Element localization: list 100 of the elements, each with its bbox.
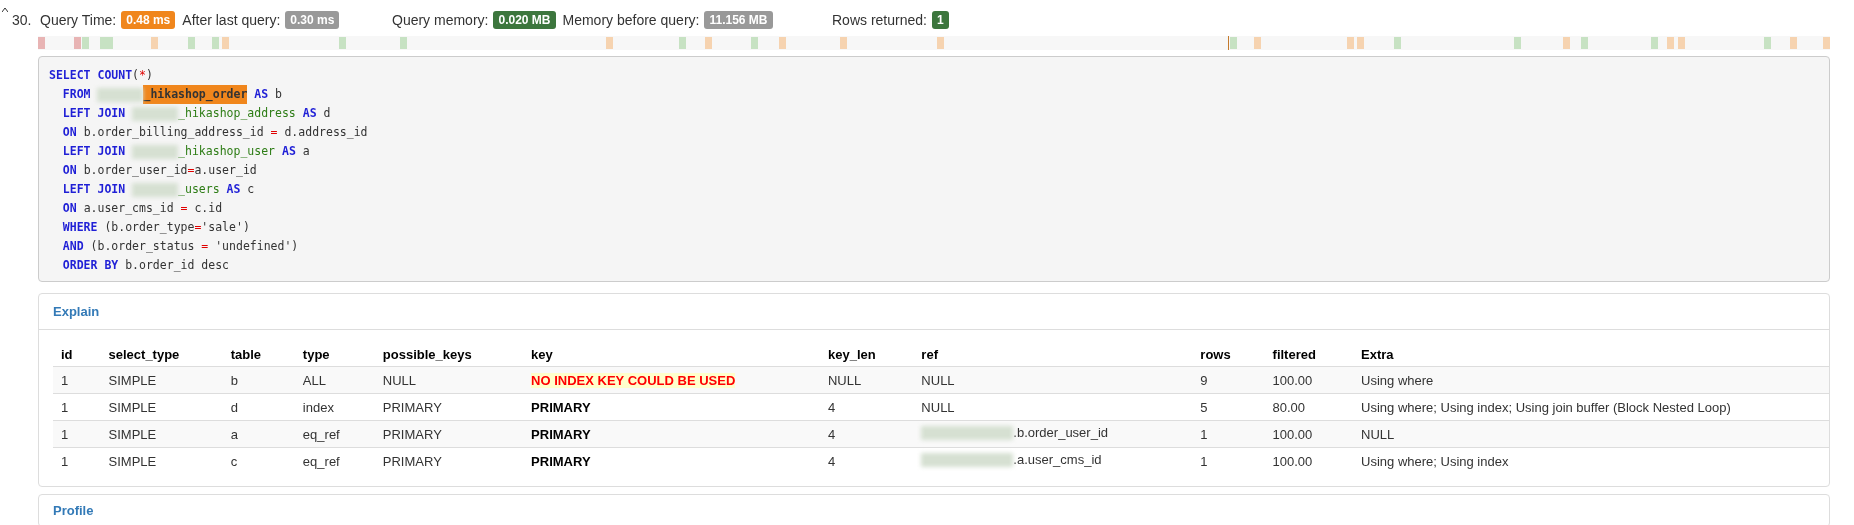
table-cell: 100.00	[1264, 366, 1354, 394]
sql-token: SELECT COUNT	[49, 67, 133, 84]
table-cell: 4	[820, 447, 914, 474]
sql-token: =	[270, 124, 278, 141]
table-cell: 1	[1192, 447, 1265, 474]
metric-label: After last query:	[182, 12, 281, 28]
table-cell: 5	[1192, 393, 1265, 421]
table-cell: eq_ref	[294, 420, 375, 448]
column-header: Extra	[1353, 342, 1829, 367]
sql-token: AS	[253, 86, 269, 103]
table-cell: 1	[53, 393, 101, 421]
sql-token: (	[132, 67, 140, 84]
table-cell: SIMPLE	[100, 393, 223, 421]
sql-token: 'sale')	[201, 219, 250, 236]
sql-token: _hikashop_address	[178, 105, 296, 122]
table-cell: SIMPLE	[100, 420, 223, 448]
highlighted-table-name: _hikashop_order	[143, 85, 248, 104]
sql-token: FROM	[61, 86, 92, 103]
sql-token: a	[301, 143, 310, 160]
ref-text: NULL	[921, 372, 955, 388]
sql-token: (b.order_status	[89, 238, 196, 255]
table-cell: ALL	[294, 366, 375, 394]
table-cell: NULL	[1353, 420, 1829, 448]
sql-token: a.user_cms_id	[82, 200, 175, 217]
table-cell: 1	[53, 447, 101, 474]
sql-token: a.user_id	[194, 162, 257, 179]
table-cell: NULL	[374, 366, 524, 394]
metric-label: Memory before query:	[562, 12, 700, 28]
table-cell: PRIMARY	[374, 447, 524, 474]
key-name: PRIMARY	[531, 453, 591, 469]
sql-token: =	[180, 200, 188, 217]
table-cell: SIMPLE	[100, 366, 223, 394]
metric-badge: 0.30 ms	[285, 11, 340, 29]
sql-token: =	[201, 238, 209, 255]
redacted-blur	[97, 87, 144, 102]
column-header: table	[222, 342, 295, 367]
table-cell: d	[222, 393, 295, 421]
ref-text: .b.order_user_id	[1013, 425, 1109, 441]
query-number: 30.	[12, 12, 33, 28]
sql-token: LEFT JOIN	[61, 143, 127, 160]
sql-token: =	[187, 162, 195, 179]
column-header: filtered	[1264, 342, 1354, 367]
metric-label: Query memory:	[392, 12, 489, 28]
metric-badge: 1	[931, 11, 949, 29]
table-cell: a	[222, 420, 295, 448]
column-header: key_len	[820, 342, 914, 367]
metric-label: Rows returned:	[832, 12, 927, 28]
column-header: possible_keys	[374, 342, 524, 367]
redacted-blur	[132, 106, 179, 121]
sql-token: b.order_billing_address_id	[82, 124, 265, 141]
card-title: Profile	[38, 494, 1830, 525]
table-cell: 4	[820, 420, 914, 448]
key-name: PRIMARY	[531, 426, 591, 442]
column-header: select_type	[100, 342, 223, 367]
ref-text: NULL	[921, 399, 955, 415]
column-header: ref	[913, 342, 1193, 367]
sql-token: b.order_id desc	[124, 257, 230, 274]
sql-token: c	[246, 181, 255, 198]
table-cell: 80.00	[1264, 393, 1354, 421]
sql-token: AND	[61, 238, 84, 255]
table-cell: Using where; Using index	[1353, 447, 1829, 474]
table-cell: 9	[1192, 366, 1265, 394]
sql-token: AS	[225, 181, 241, 198]
table-cell: 100.00	[1264, 420, 1354, 448]
sql-token: WHERE	[61, 219, 98, 236]
sql-token: )	[145, 67, 153, 84]
ref-text: .a.user_cms_id	[1013, 452, 1102, 468]
table-cell: index	[294, 393, 375, 421]
table-cell: 1	[1192, 420, 1265, 448]
metric-label: Query Time:	[40, 12, 117, 28]
sql-token: ON	[61, 124, 77, 141]
metric-badge: 11.156 MB	[704, 11, 773, 29]
column-header: rows	[1192, 342, 1265, 367]
key-name: PRIMARY	[531, 399, 591, 415]
table-cell: SIMPLE	[100, 447, 223, 474]
table-cell: c	[222, 447, 295, 474]
sql-token: _users	[178, 181, 220, 198]
sql-token: d	[322, 105, 331, 122]
table-cell: PRIMARY	[374, 420, 524, 448]
table-cell: 1	[53, 366, 101, 394]
column-header: key	[523, 342, 820, 367]
sql-token: LEFT JOIN	[61, 181, 127, 198]
table-cell: NULL	[820, 366, 914, 394]
table-cell: b	[222, 366, 295, 394]
sql-token: ON	[61, 200, 77, 217]
sql-token: _hikashop_user	[178, 143, 276, 160]
table-cell: 100.00	[1264, 447, 1354, 474]
table-cell: eq_ref	[294, 447, 375, 474]
redacted-blur	[132, 144, 179, 159]
sql-token: *	[139, 67, 146, 84]
table-cell: Using where; Using index; Using join buffer (Block Nested Loop)	[1353, 393, 1829, 421]
metric-badge: 0.48 ms	[121, 11, 176, 29]
sql-token: b.order_user_id	[82, 162, 188, 179]
metric-badge: 0.020 MB	[493, 11, 556, 29]
card-title: Explain	[39, 294, 1829, 330]
table-cell: 4	[820, 393, 914, 421]
sql-token: ORDER BY	[61, 257, 119, 274]
sql-token: ON	[61, 162, 77, 179]
table-cell: 1	[53, 420, 101, 448]
sql-token: b	[274, 86, 282, 103]
